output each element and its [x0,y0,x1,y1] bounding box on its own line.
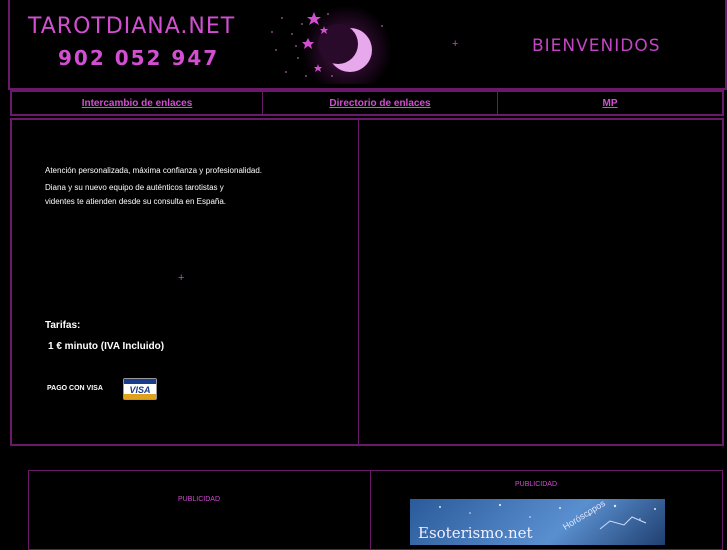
moon-logo [262,6,398,84]
sparkle-icon: + [452,38,459,50]
rates-title: Tarifas: [45,320,81,331]
visa-card-icon: VISA [123,378,157,400]
intro-line-3: videntes te atienden desde su consulta e… [45,197,227,206]
nav-link-link-exchange[interactable]: Intercambio de enlaces [82,98,193,109]
sparkle-icon: + [178,272,185,284]
nav-item-mp: MP [498,92,722,114]
phone-number: 902 052 947 [58,46,220,70]
pay-with-visa-label: PAGO CON VISA [47,385,103,392]
ads-divider [370,470,371,550]
welcome-heading: BIENVENIDOS [532,36,661,56]
nav-link-mp[interactable]: MP [603,98,618,109]
nav-item-link-directory: Directorio de enlaces [263,92,498,114]
ad-label: PUBLICIDAD [178,496,221,503]
intro-line-1: Atención personalizada, máxima confianza… [45,166,263,175]
rates-value: 1 € minuto (IVA Incluido) [48,341,165,352]
ad-label: PUBLICIDAD [515,481,558,488]
banner-title: Esoterismo.net [418,524,533,542]
site-title: TAROTDIANA.NET [28,14,236,39]
intro-line-2: Diana y su nuevo equipo de auténticos ta… [45,183,224,192]
nav-link-link-directory[interactable]: Directorio de enlaces [329,98,430,109]
top-nav: Intercambio de enlaces Directorio de enl… [10,90,724,116]
nav-item-link-exchange: Intercambio de enlaces [12,92,263,114]
